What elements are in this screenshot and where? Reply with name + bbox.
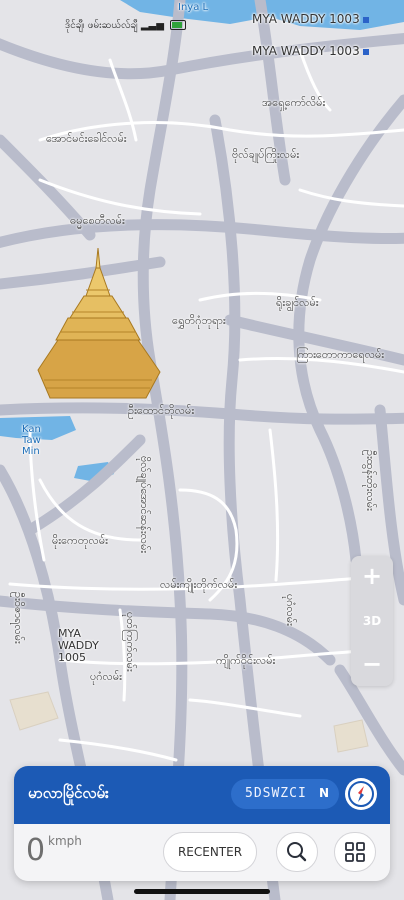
map-label-road: ရွှေတိဂုံဘုရား (172, 314, 226, 327)
map-label-road: ဗိုလ်ချုပ်ကြိုးလမ်း (232, 148, 300, 161)
map-label-road: ကျိုက်ဝိုင်းလမ်း (216, 654, 276, 667)
current-street-name: မာလာမြိုင်လမ်း (28, 784, 109, 802)
recenter-button[interactable]: RECENTER (163, 832, 257, 872)
map-label-mya-waddy: MYA WADDY 1003 (252, 12, 369, 26)
zoom-out-button[interactable]: − (351, 650, 393, 678)
speed-unit: kmph (48, 834, 82, 848)
map-label-road: ပုဂံလမ်း (284, 594, 297, 626)
building (333, 719, 369, 753)
grid-menu-button[interactable] (334, 832, 376, 872)
navigation-panel: မာလာမြိုင်လမ်း 5DSWZCI N 0 kmph RECENTER (14, 766, 390, 881)
map-label-mya-waddy: MYA WADDY 1003 (252, 44, 369, 58)
status-text: ဒိုင်ချီ၊ ဖမ်းဆယ်လ်ချီ (65, 20, 138, 31)
current-street-bar: မာလာမြိုင်လမ်း 5DSWZCI N (14, 766, 390, 824)
map-label-road: အရှေ့ကော်လိမ်း (262, 96, 326, 109)
speed-value: 0 (26, 833, 46, 868)
signal-icon: ▂▃▅ (140, 20, 164, 31)
controls-bar: 0 kmph RECENTER (14, 824, 390, 881)
map-zoom-controls: + 3D − (351, 556, 393, 686)
zoom-in-button[interactable]: + (351, 562, 393, 590)
map-label-road: ဓမ္မစေတီလမ်း (70, 214, 125, 227)
map-label-road: ဦးထောင်ဘိုလမ်း (128, 404, 195, 417)
search-button[interactable] (276, 832, 318, 872)
home-indicator[interactable] (134, 889, 270, 894)
map-label-inya-lake: Inya L (178, 2, 209, 13)
screen: Inya L MYA WADDY 1003 MYA WADDY 1003 အရှ… (0, 0, 404, 900)
status-bar: ဒိုင်ချီ၊ ဖမ်းဆယ်လ်ချီ ▂▃▅ (65, 18, 187, 34)
map-label-road: ဦးထွန်းတိုးလမ်း (364, 450, 377, 511)
tilt-3d-button[interactable]: 3D (351, 614, 393, 628)
map-label-kan-taw-min: Kan Taw Min (22, 424, 41, 457)
heading-indicator: N (318, 786, 329, 800)
location-code-chip[interactable]: 5DSWZCI N (231, 779, 339, 809)
battery-icon (170, 20, 187, 30)
map-label-road: လမ်းကျိုးတိုက်လမ်း (160, 578, 238, 591)
map-label-road: ပုတ်ကြက်လမ်း (124, 612, 137, 672)
map-label-road: မိုးကေတုလမ်း (52, 534, 108, 547)
grid-icon (345, 842, 365, 862)
compass-icon[interactable] (345, 778, 377, 810)
location-code: 5DSWZCI (245, 786, 307, 801)
map-label-road: ပုဂံလမ်း (90, 670, 122, 683)
map-label-road: ဗိုလ်ချုပ်အောင်ဆန်းလမ်း (138, 456, 151, 554)
map-label-road: ရိုးချွင်လမ်း (276, 296, 319, 309)
map-label-road: ကြားတောကာရေလမ်း (296, 348, 385, 361)
map-label-road: ဦးဝိဇာရလမ်း (12, 592, 25, 644)
map-label-road: အောင်မင်းခေါင်လမ်း (46, 132, 127, 145)
search-icon (287, 842, 307, 862)
map-label-mya-waddy-1005: MYA WADDY 1005 (58, 627, 99, 664)
